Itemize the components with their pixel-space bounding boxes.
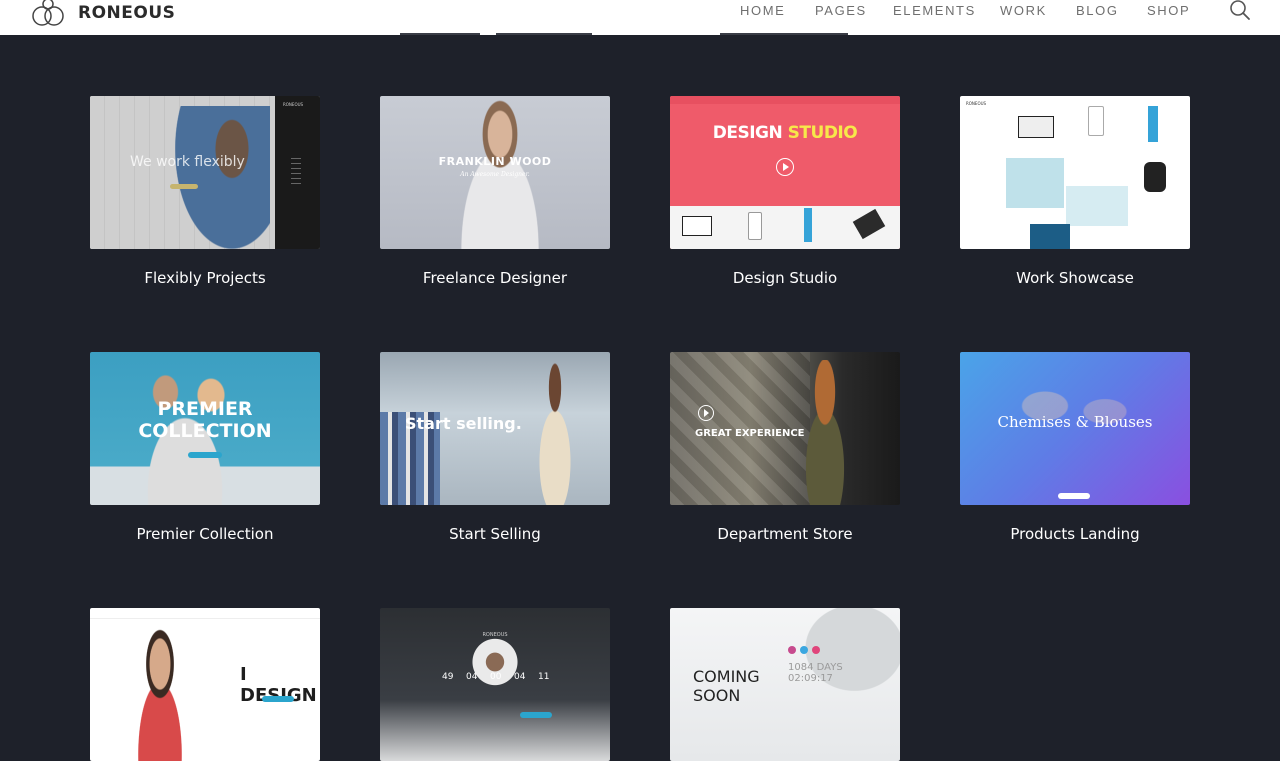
rings-logo-icon: [32, 0, 64, 26]
demo-caption[interactable]: Freelance Designer: [380, 269, 610, 287]
thumb-title: Chemises & Blouses: [997, 413, 1153, 431]
demo-thumbnail[interactable]: Chemises & Blouses: [960, 352, 1190, 505]
countdown-time: 02:09:17: [788, 673, 833, 684]
demo-caption[interactable]: Premier Collection: [90, 525, 320, 543]
nav-item-work[interactable]: WORK: [1000, 3, 1047, 18]
instagram-icon[interactable]: [788, 646, 796, 654]
thumb-button: [1058, 493, 1090, 499]
model-photo: [175, 106, 270, 249]
thumb-title: Start selling.: [405, 414, 522, 433]
demo-caption[interactable]: Department Store: [670, 525, 900, 543]
countdown-value: 04: [514, 672, 526, 682]
search-button[interactable]: [1228, 0, 1254, 24]
demo-thumbnail[interactable]: GREAT EXPERIENCE: [670, 352, 900, 505]
demo-thumbnail[interactable]: I DESIGN: [90, 608, 320, 761]
thumb-title: COMING SOON: [693, 667, 760, 705]
demo-caption[interactable]: Products Landing: [960, 525, 1190, 543]
scroll-hint-divider: [496, 33, 592, 35]
thumb-button: [188, 452, 222, 458]
play-icon: [776, 158, 794, 176]
demo-thumbnail[interactable]: RONEOUS 49 04 00 04 11: [380, 608, 610, 761]
demo-caption[interactable]: Flexibly Projects: [90, 269, 320, 287]
thumb-button: [170, 184, 198, 189]
demo-thumbnail[interactable]: We work flexibly RONEOUS: [90, 96, 320, 249]
brand-logo[interactable]: RONEOUS: [30, 0, 175, 28]
model-photo: [120, 622, 200, 761]
scroll-hint-divider: [400, 33, 480, 35]
nav-item-pages[interactable]: PAGES: [815, 3, 867, 18]
scroll-hint-divider: [720, 33, 848, 35]
thumb-side-menu: RONEOUS: [275, 96, 320, 249]
demo-thumbnail[interactable]: PREMIER COLLECTION: [90, 352, 320, 505]
thumb-title: GREAT EXPERIENCE: [695, 428, 805, 439]
thumb-title: We work flexibly: [130, 154, 245, 170]
thumb-title: FRANKLIN WOOD: [438, 155, 552, 168]
search-icon: [1230, 0, 1250, 20]
play-icon: [698, 405, 714, 421]
demo-thumbnail[interactable]: DESIGN STUDIO: [670, 96, 900, 249]
countdown-value: 04: [466, 672, 478, 682]
demo-thumbnail[interactable]: RONEOUS: [960, 96, 1190, 249]
thumb-brand: RONEOUS: [966, 101, 987, 106]
nav-item-shop[interactable]: SHOP: [1147, 3, 1190, 18]
model-photo: [525, 362, 585, 505]
person-photo: [460, 638, 530, 698]
thumb-title: DESIGN STUDIO: [712, 123, 858, 143]
dribbble-icon[interactable]: [812, 646, 820, 654]
nav-item-blog[interactable]: BLOG: [1076, 3, 1119, 18]
nav-item-elements[interactable]: ELEMENTS: [893, 3, 976, 18]
demo-caption[interactable]: Work Showcase: [960, 269, 1190, 287]
demo-caption[interactable]: Design Studio: [670, 269, 900, 287]
thumb-button: [262, 696, 294, 702]
twitter-icon[interactable]: [800, 646, 808, 654]
countdown-days: 1084 DAYS: [788, 662, 843, 673]
devices-row: [670, 206, 900, 249]
demo-thumbnail[interactable]: COMING SOON 1084 DAYS 02:09:17: [670, 608, 900, 761]
countdown-value: 11: [538, 672, 550, 682]
thumb-button: [520, 712, 552, 718]
brand-name: RONEOUS: [78, 3, 176, 23]
thumb-subtitle: An Awesome Designer.: [460, 171, 530, 178]
demo-caption[interactable]: Start Selling: [380, 525, 610, 543]
demo-thumbnail[interactable]: FRANKLIN WOOD An Awesome Designer.: [380, 96, 610, 249]
top-navigation-bar: RONEOUS HOME PAGES ELEMENTS WORK BLOG SH…: [0, 0, 1280, 35]
countdown-value: 00: [490, 672, 502, 682]
nav-item-home[interactable]: HOME: [740, 3, 785, 18]
thumb-brand: RONEOUS: [283, 102, 304, 107]
demo-thumbnail[interactable]: Start selling.: [380, 352, 610, 505]
countdown-value: 49: [442, 672, 454, 682]
thumb-title: PREMIER COLLECTION: [138, 398, 272, 442]
